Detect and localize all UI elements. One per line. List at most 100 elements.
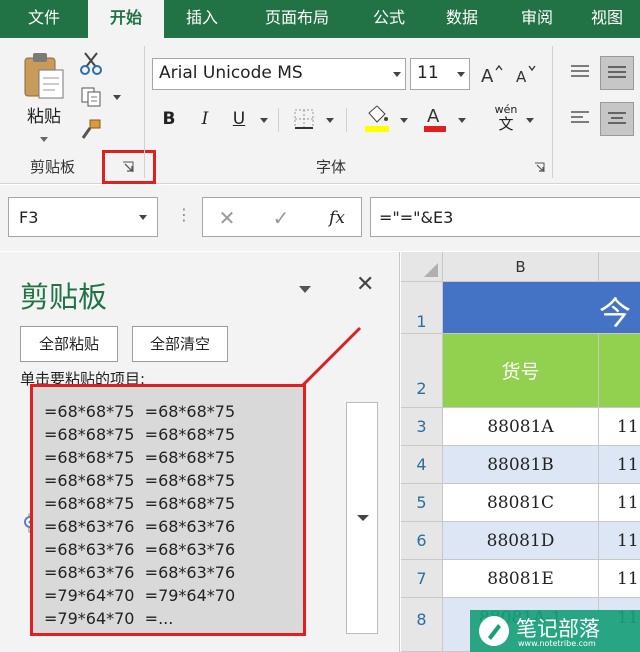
increase-font-size-button[interactable]: A [478, 60, 504, 88]
paste-dropdown-icon [40, 137, 48, 142]
select-all-corner[interactable] [401, 252, 443, 282]
row-header[interactable]: 4 [401, 446, 443, 484]
chevron-down-icon [457, 72, 465, 77]
phonetic-button[interactable]: wén 文 [488, 102, 524, 134]
phonetic-dropdown-icon[interactable] [526, 118, 534, 123]
ribbon-tab-bar: 文件 开始 插入 页面布局 公式 数据 审阅 视图 [0, 0, 640, 38]
row-header[interactable]: 1 [401, 282, 443, 334]
svg-text:A: A [481, 66, 494, 86]
cancel-icon[interactable]: ✕ [215, 206, 239, 230]
fill-color-dropdown-icon[interactable] [400, 118, 408, 123]
row-header[interactable]: 5 [401, 484, 443, 522]
enter-icon[interactable]: ✓ [269, 206, 293, 230]
table-cell[interactable]: 88081B [443, 446, 599, 484]
clipboard-task-pane: 剪贴板 ✕ 全部粘贴 全部清空 单击要粘贴的项目: =68*68*75 =68*… [0, 252, 400, 652]
tab-insert[interactable]: 插入 [164, 0, 240, 38]
row-header[interactable]: 6 [401, 522, 443, 560]
clipboard-launcher-button[interactable] [118, 158, 138, 176]
table-cell[interactable]: 11 [599, 484, 640, 522]
clipboard-item-line: =68*63*76 =68*63*76 [44, 540, 236, 559]
clipboard-item-line: =79*64*70 =... [44, 609, 174, 628]
clipboard-item-line: =79*64*70 =79*64*70 [44, 586, 236, 605]
insert-function-icon[interactable]: fx [323, 206, 351, 230]
svg-text:A: A [516, 68, 527, 86]
watermark-badge: 笔记部落 www.notetribe.com [470, 610, 640, 652]
fill-color-button[interactable] [362, 102, 392, 134]
watermark-url: www.notetribe.com [518, 639, 596, 648]
decrease-font-size-button[interactable]: A [512, 60, 538, 88]
row-header[interactable]: 3 [401, 408, 443, 446]
clipboard-item-line: =68*68*75 =68*68*75 [44, 402, 236, 421]
font-name-value: Arial Unicode MS [159, 63, 303, 83]
tab-file[interactable]: 文件 [0, 0, 88, 38]
clipboard-item-line: =68*63*76 =68*63*76 [44, 517, 236, 536]
align-lines-icon [571, 111, 589, 123]
pen-logo-icon [479, 616, 509, 646]
clipboard-item-line: =68*68*75 =68*68*75 [44, 425, 236, 444]
cut-button[interactable] [78, 50, 104, 76]
clipboard-group-label: 剪贴板 [30, 158, 76, 176]
tab-home[interactable]: 开始 [88, 0, 164, 38]
table-cell[interactable]: 11 [599, 446, 640, 484]
table-cell[interactable]: 88081D [443, 522, 599, 560]
row-header[interactable]: 2 [401, 334, 443, 408]
name-box[interactable]: F3 [8, 197, 158, 237]
font-color-button[interactable]: A [420, 102, 450, 134]
format-painter-button[interactable] [78, 116, 104, 142]
align-center-button[interactable] [600, 102, 634, 136]
font-group-label: 字体 [316, 158, 347, 176]
pane-title: 剪贴板 [20, 280, 108, 314]
close-icon[interactable]: ✕ [356, 272, 374, 297]
paste-button[interactable]: 粘贴 [18, 50, 70, 160]
paste-icon [24, 53, 64, 99]
align-middle-button[interactable] [600, 56, 634, 90]
copy-dropdown-icon[interactable] [113, 95, 121, 100]
separator [346, 108, 347, 132]
align-left-button[interactable] [566, 104, 594, 132]
formula-buttons: ✕ ✓ fx [202, 197, 362, 237]
bold-button[interactable]: B [158, 106, 180, 132]
tab-formulas[interactable]: 公式 [354, 0, 424, 38]
header-cell[interactable]: 货号 [443, 334, 599, 408]
align-lines-icon [608, 112, 626, 124]
row-header[interactable]: 8 [401, 598, 443, 652]
underline-dropdown-icon[interactable] [260, 118, 268, 123]
copy-button[interactable] [78, 84, 104, 110]
formula-input[interactable]: ="="&E3 [370, 197, 640, 237]
table-cell[interactable]: 11 [599, 408, 640, 446]
font-launcher-button[interactable] [532, 160, 548, 176]
column-header-b[interactable]: B [443, 252, 599, 282]
shrink-font-icon: A [516, 65, 536, 86]
clipboard-item-dropdown[interactable] [346, 402, 378, 634]
table-cell[interactable]: 11 [599, 560, 640, 598]
align-top-button[interactable] [566, 58, 594, 86]
underline-button[interactable]: U [228, 106, 250, 132]
font-size-box[interactable]: 11 [410, 58, 470, 90]
font-color-dropdown-icon[interactable] [458, 118, 466, 123]
borders-dropdown-icon[interactable] [326, 118, 334, 123]
tab-data[interactable]: 数据 [424, 0, 500, 38]
pane-options-icon[interactable] [299, 286, 311, 293]
table-cell[interactable]: 11 [599, 522, 640, 560]
font-name-box[interactable]: Arial Unicode MS [152, 58, 406, 90]
table-cell[interactable]: 88081A [443, 408, 599, 446]
borders-icon [294, 109, 314, 129]
clipboard-item-line: =68*68*75 =68*68*75 [44, 494, 236, 513]
italic-button[interactable]: I [194, 106, 216, 132]
tab-view[interactable]: 视图 [574, 0, 640, 38]
clear-all-button[interactable]: 全部清空 [132, 326, 228, 362]
column-header-c[interactable] [599, 252, 640, 282]
align-lines-icon [571, 65, 589, 77]
table-cell[interactable]: 88081C [443, 484, 599, 522]
row-header[interactable]: 7 [401, 560, 443, 598]
paste-all-button[interactable]: 全部粘贴 [20, 326, 118, 362]
clipboard-item-line: =68*63*76 =68*63*76 [44, 563, 236, 582]
chevron-down-icon [393, 72, 401, 77]
header-cell[interactable] [599, 334, 640, 408]
tab-page-layout[interactable]: 页面布局 [240, 0, 354, 38]
title-cell[interactable]: 今 [443, 282, 640, 334]
paste-label: 粘贴 [27, 107, 61, 127]
tab-review[interactable]: 审阅 [500, 0, 574, 38]
table-cell[interactable]: 88081E [443, 560, 599, 598]
borders-button[interactable] [290, 106, 318, 132]
